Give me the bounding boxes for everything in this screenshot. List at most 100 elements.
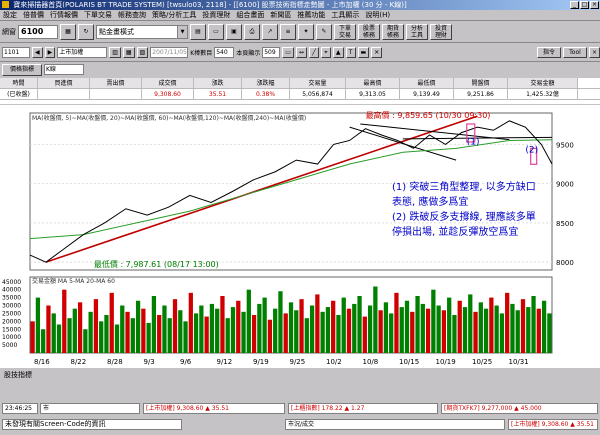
volume-bar: [77, 302, 83, 353]
quote-header-cell: 漲跌: [194, 78, 242, 88]
tool-button[interactable]: Tool: [562, 47, 587, 58]
date-input[interactable]: 2007/11/05: [150, 47, 189, 58]
prev-arrow-icon[interactable]: ◀: [32, 47, 43, 58]
menu-item[interactable]: 組合畫面: [233, 10, 267, 21]
page-count-input[interactable]: 509: [262, 47, 281, 58]
tile-icon[interactable]: ▣: [226, 23, 242, 40]
volume-bar: [520, 299, 526, 353]
menu-item[interactable]: 策略/分析工具: [149, 10, 199, 21]
volume-bar: [415, 296, 420, 353]
indicator-button[interactable]: 價格指標: [2, 63, 42, 76]
tool-icon-4[interactable]: ⌖: [320, 47, 331, 58]
menu-item[interactable]: 工具顯示: [328, 10, 362, 21]
tool-icon-3[interactable]: ╱: [308, 47, 319, 58]
volume-bar: [35, 297, 41, 353]
menu-item[interactable]: 推薦功能: [294, 10, 328, 21]
tool-icon-8[interactable]: ✕: [371, 47, 383, 58]
tool-icon-5[interactable]: ▲: [332, 47, 344, 58]
annotation-line: (1) 突破三角型整理, 以多方缺口: [392, 180, 536, 193]
screen-code-input[interactable]: 6100: [18, 24, 58, 39]
volume-bar: [178, 310, 183, 353]
volume-bar: [331, 300, 336, 353]
menu-item[interactable]: 設定: [0, 10, 20, 21]
menu-item[interactable]: 下單交易: [81, 10, 115, 21]
volume-bar: [462, 307, 468, 353]
ticker-otc-change: ▲ 1.27: [344, 405, 365, 412]
volume-bar: [410, 311, 415, 353]
market-status: 市況/成交: [285, 419, 505, 430]
x-tick-label: 9/3: [144, 358, 155, 366]
icon-b[interactable]: ▦: [122, 47, 135, 58]
futures-account-button[interactable]: 期貨帳務: [382, 23, 404, 40]
volume-bar: [151, 296, 157, 353]
stock-account-button[interactable]: 股票帳務: [358, 23, 380, 40]
volume-bar: [362, 316, 367, 353]
volume-bar: [46, 305, 51, 353]
volume-tick-label: 45000: [2, 279, 21, 286]
x-tick-label: 9/6: [180, 358, 192, 366]
price-chart[interactable]: 9500 9000 8500 8000 MA(收盤價, 5)~MA(收盤價, 20)~M…: [0, 105, 600, 368]
menu-item[interactable]: 投資理財: [199, 10, 233, 21]
window-title: 寶來掃描器首頁(POLARIS BT TRADE SYSTEM) [twsulo…: [13, 1, 407, 9]
volume-bar: [251, 315, 257, 353]
next-arrow-icon[interactable]: ▶: [44, 47, 56, 58]
quote-value-cell: 9,251.86: [454, 89, 508, 99]
volume-bar: [505, 292, 510, 353]
volume-bar: [499, 313, 505, 353]
indicator-toolbar: 價格指標 K線: [0, 62, 600, 77]
quote-header-cell: 交易金額: [508, 78, 578, 88]
tool-icon-2[interactable]: ↔: [295, 47, 307, 58]
menu-item[interactable]: 帳務查詢: [115, 10, 149, 21]
quote-header-cell: 開盤價: [454, 78, 508, 88]
volume-bar: [389, 313, 394, 353]
volume-bar: [367, 305, 373, 353]
order-button[interactable]: 下單交易: [334, 23, 356, 40]
volume-bar: [172, 299, 178, 353]
bar-count-input[interactable]: 540: [214, 47, 235, 58]
volume-bar: [510, 303, 515, 353]
quote-table: 時間 買進價 賣出價 成交價 漲跌 漲跌幅 交易量 最高價 最低價 開盤價 交易金額 (已收盤) 9,…: [0, 78, 600, 104]
close-icon[interactable]: ×: [588, 47, 600, 58]
symbol-name-select[interactable]: 上市加權: [57, 47, 108, 58]
menu-item[interactable]: 新聞區: [267, 10, 294, 21]
volume-bar: [62, 289, 67, 353]
x-tick-label: 8/22: [71, 358, 87, 366]
menu-item[interactable]: 說明(H): [362, 10, 393, 21]
note-icon[interactable]: ✎: [316, 23, 332, 40]
market-select[interactable]: 市: [40, 403, 140, 414]
window-icon[interactable]: ▭: [208, 23, 224, 40]
menu-item[interactable]: 行情報價: [47, 10, 81, 21]
tool-icon-7[interactable]: ▬: [357, 47, 370, 58]
refresh-icon[interactable]: ↻: [78, 23, 94, 40]
view-select[interactable]: 點金畫橫式 ▼: [96, 24, 188, 39]
analysis-button[interactable]: 分析工具: [406, 23, 428, 40]
annotation-line: 停損出場, 並趁反彈放空爲宜: [392, 225, 518, 238]
tool-icon-1[interactable]: ▭: [282, 47, 294, 58]
layout-icon[interactable]: ▤: [190, 23, 206, 40]
chevron-down-icon: ▼: [177, 25, 187, 38]
volume-bar: [83, 329, 88, 353]
grid-icon[interactable]: ▦: [60, 23, 76, 40]
menu-item[interactable]: 倍普價: [20, 10, 47, 21]
icon-a[interactable]: ▥: [109, 47, 121, 58]
maximize-button[interactable]: □: [580, 1, 589, 9]
chart-icon[interactable]: ↗: [262, 23, 278, 40]
tool-icon-6[interactable]: T: [345, 47, 356, 58]
ticker-futures-change: ▲ 45.000: [514, 405, 542, 412]
volume-bar: [341, 297, 346, 353]
volume-bar: [541, 300, 547, 353]
volume-bar: [283, 313, 288, 353]
volume-bar: [146, 322, 151, 353]
minimize-button[interactable]: _: [570, 1, 579, 9]
icon-c[interactable]: ▧: [136, 47, 149, 58]
command-button[interactable]: 指令: [536, 47, 561, 58]
print-icon[interactable]: ⎙: [244, 23, 260, 40]
volume-bar: [167, 318, 172, 353]
list-icon[interactable]: ≡: [280, 23, 296, 40]
close-button[interactable]: ×: [590, 1, 599, 9]
symbol-input[interactable]: 1101: [2, 47, 30, 58]
period-select[interactable]: K線: [44, 64, 84, 75]
star-icon[interactable]: ✦: [298, 23, 314, 40]
volume-bar: [88, 311, 93, 353]
finance-button[interactable]: 投資理財: [430, 23, 452, 40]
